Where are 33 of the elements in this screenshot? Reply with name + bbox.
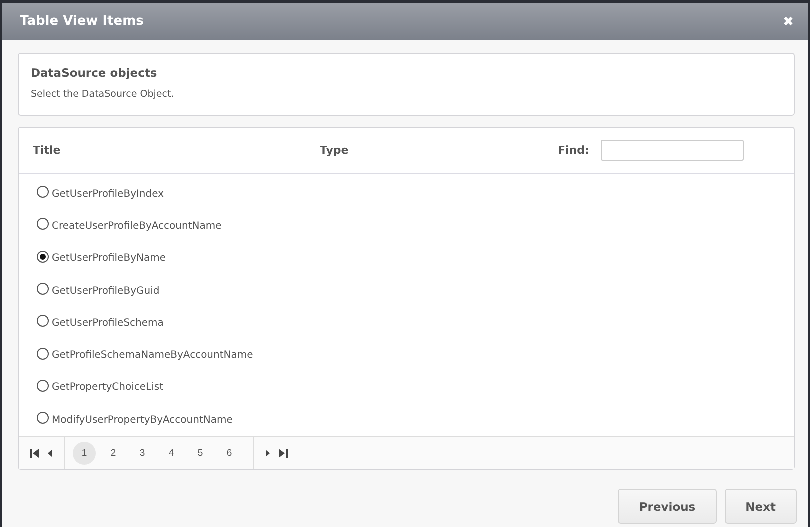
page-button[interactable]: 4 xyxy=(160,442,183,465)
page-button[interactable]: 5 xyxy=(189,442,212,465)
card-text: Select the DataSource Object. xyxy=(31,89,176,100)
first-page-icon[interactable] xyxy=(27,448,42,458)
radio-button[interactable] xyxy=(37,380,49,392)
page-button[interactable]: 6 xyxy=(218,442,241,465)
column-header: Type xyxy=(320,144,350,157)
page-button[interactable]: 1 xyxy=(73,442,96,465)
page-button[interactable]: 2 xyxy=(102,442,125,465)
table-row[interactable]: GetPropertyChoiceList xyxy=(37,372,776,404)
page-button[interactable]: 3 xyxy=(131,442,154,465)
table-row[interactable]: GetUserProfileByGuid xyxy=(37,274,776,308)
column-header: Title xyxy=(33,144,62,157)
table-row[interactable]: GetUserProfileSchema xyxy=(37,307,776,340)
radio-button[interactable] xyxy=(37,186,49,198)
radio-button[interactable] xyxy=(37,218,49,230)
dialog-title: Table View Items xyxy=(20,14,144,29)
previous-button[interactable]: Previous xyxy=(618,489,717,524)
radio-button[interactable] xyxy=(37,315,49,328)
radio-button[interactable] xyxy=(37,283,49,296)
last-page-icon[interactable] xyxy=(276,448,291,458)
table-row[interactable]: CreateUserProfileByAccountName xyxy=(37,210,776,243)
radio-button[interactable] xyxy=(37,348,49,360)
card-title: DataSource objects xyxy=(31,66,158,80)
find-field[interactable] xyxy=(601,140,744,161)
table-row[interactable]: GetUserProfileByIndex xyxy=(37,178,776,210)
next-button[interactable]: Next xyxy=(724,489,797,524)
table-row[interactable]: ModifyUserPropertyByAccountName xyxy=(37,404,776,436)
find-label: Find: xyxy=(558,144,590,157)
radio-button[interactable] xyxy=(37,412,49,424)
table-row[interactable]: GetUserProfileByName xyxy=(37,242,776,275)
radio-button[interactable] xyxy=(37,250,49,263)
table-row[interactable]: GetProfileSchemaNameByAccountName xyxy=(37,339,776,372)
